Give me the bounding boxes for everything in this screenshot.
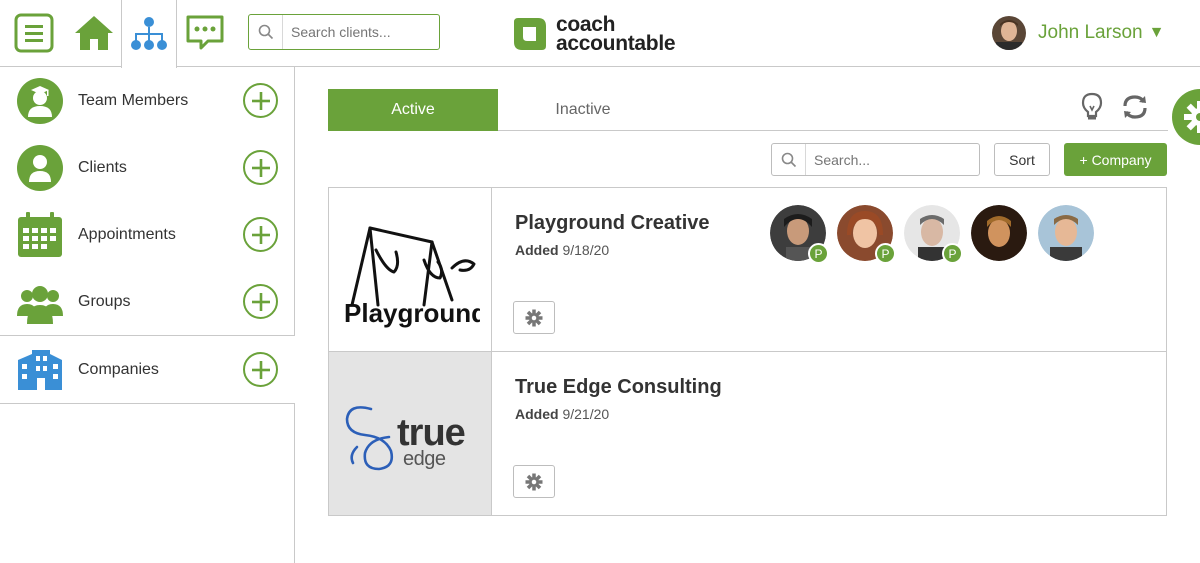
add-client-button[interactable] (243, 150, 278, 185)
tab-inactive[interactable]: Inactive (498, 89, 668, 131)
member-avatar[interactable] (971, 205, 1027, 261)
playground-logo-text: Playground (344, 298, 480, 328)
logo-mark-icon (514, 18, 546, 50)
sidebar-item-companies[interactable]: Companies (0, 336, 295, 403)
company-added: Added 9/21/20 (515, 406, 609, 422)
gear-icon (1184, 101, 1200, 133)
member-avatar[interactable] (1038, 205, 1094, 261)
user-dropdown-caret-icon[interactable]: ▼ (1149, 24, 1165, 42)
user-avatar (992, 16, 1026, 50)
company-settings-button[interactable] (513, 301, 555, 334)
company-name[interactable]: Playground Creative (515, 212, 710, 235)
calendar-icon (16, 211, 64, 259)
building-icon (16, 346, 64, 394)
member-avatars: P P P (770, 205, 1105, 264)
refresh-icon[interactable] (1121, 94, 1149, 125)
logo-line2: accountable (556, 32, 676, 55)
company-search-input[interactable] (806, 151, 966, 168)
company-name[interactable]: True Edge Consulting (515, 376, 722, 399)
avatar (971, 205, 1027, 261)
plus-icon (251, 91, 270, 110)
added-date: 9/21/20 (562, 406, 610, 422)
top-bar: coach accountable John Larson ▼ (0, 0, 1200, 68)
avatar (1038, 205, 1094, 261)
member-badge: P (942, 243, 963, 264)
home-icon[interactable] (66, 0, 122, 66)
coach-accountable-logo[interactable]: coach accountable (512, 14, 676, 55)
groups-icon (16, 278, 64, 326)
sidebar: Team Members Clients Appointments Groups… (0, 67, 295, 563)
add-company-sidebar-button[interactable] (243, 352, 278, 387)
sidebar-item-team-members[interactable]: Team Members (0, 67, 294, 134)
client-search (248, 14, 440, 50)
true-edge-logo-sub: edge (403, 448, 446, 470)
member-avatar[interactable]: P (904, 205, 963, 264)
client-icon (16, 144, 64, 192)
member-avatar[interactable]: P (837, 205, 896, 264)
user-menu[interactable]: John Larson ▼ (992, 16, 1164, 50)
messages-icon[interactable] (177, 0, 233, 66)
added-label: Added (515, 406, 559, 422)
lightbulb-icon[interactable] (1080, 92, 1104, 127)
company-list: Playground Playground Creative Added 9/1… (328, 187, 1167, 516)
sort-button[interactable]: Sort (994, 143, 1050, 176)
add-company-button[interactable]: + Company (1064, 143, 1167, 176)
member-avatar[interactable]: P (770, 205, 829, 264)
client-search-input[interactable] (283, 24, 433, 40)
org-chart-icon[interactable] (121, 0, 177, 68)
company-added: Added 9/18/20 (515, 242, 609, 258)
add-team-member-button[interactable] (243, 83, 278, 118)
gear-icon (525, 473, 543, 490)
tab-active[interactable]: Active (328, 89, 498, 131)
search-icon (249, 15, 283, 49)
gear-icon (525, 309, 543, 326)
company-row[interactable]: true edge True Edge Consulting Added 9/2… (329, 352, 1166, 515)
settings-gear-tab[interactable] (1172, 89, 1200, 145)
company-row[interactable]: Playground Playground Creative Added 9/1… (329, 188, 1166, 352)
member-badge: P (808, 243, 829, 264)
menu-icon[interactable] (6, 0, 62, 66)
company-logo-true-edge: true edge (329, 352, 492, 515)
sidebar-item-label: Groups (78, 292, 131, 310)
company-logo-playground: Playground (329, 188, 492, 351)
plus-icon (251, 158, 270, 177)
added-date: 9/18/20 (562, 242, 610, 258)
sidebar-item-label: Clients (78, 158, 127, 176)
team-members-icon (16, 77, 64, 125)
sidebar-item-groups[interactable]: Groups (0, 268, 294, 335)
user-name: John Larson (1038, 22, 1143, 43)
plus-icon (251, 360, 270, 379)
search-icon (772, 144, 806, 175)
added-label: Added (515, 242, 559, 258)
sidebar-item-label: Appointments (78, 225, 176, 243)
sidebar-main-group: Team Members Clients Appointments Groups (0, 67, 294, 336)
plus-icon (251, 225, 270, 244)
company-search (771, 143, 980, 176)
status-tabs: Active Inactive (328, 89, 1168, 131)
member-badge: P (875, 243, 896, 264)
sidebar-item-appointments[interactable]: Appointments (0, 201, 294, 268)
plus-icon (251, 292, 270, 311)
sidebar-item-label: Team Members (78, 91, 189, 109)
add-appointment-button[interactable] (243, 217, 278, 252)
company-settings-button[interactable] (513, 465, 555, 498)
sidebar-companies-group: Companies (0, 336, 295, 404)
add-group-button[interactable] (243, 284, 278, 319)
sidebar-item-label: Companies (78, 360, 159, 378)
sidebar-item-clients[interactable]: Clients (0, 134, 294, 201)
